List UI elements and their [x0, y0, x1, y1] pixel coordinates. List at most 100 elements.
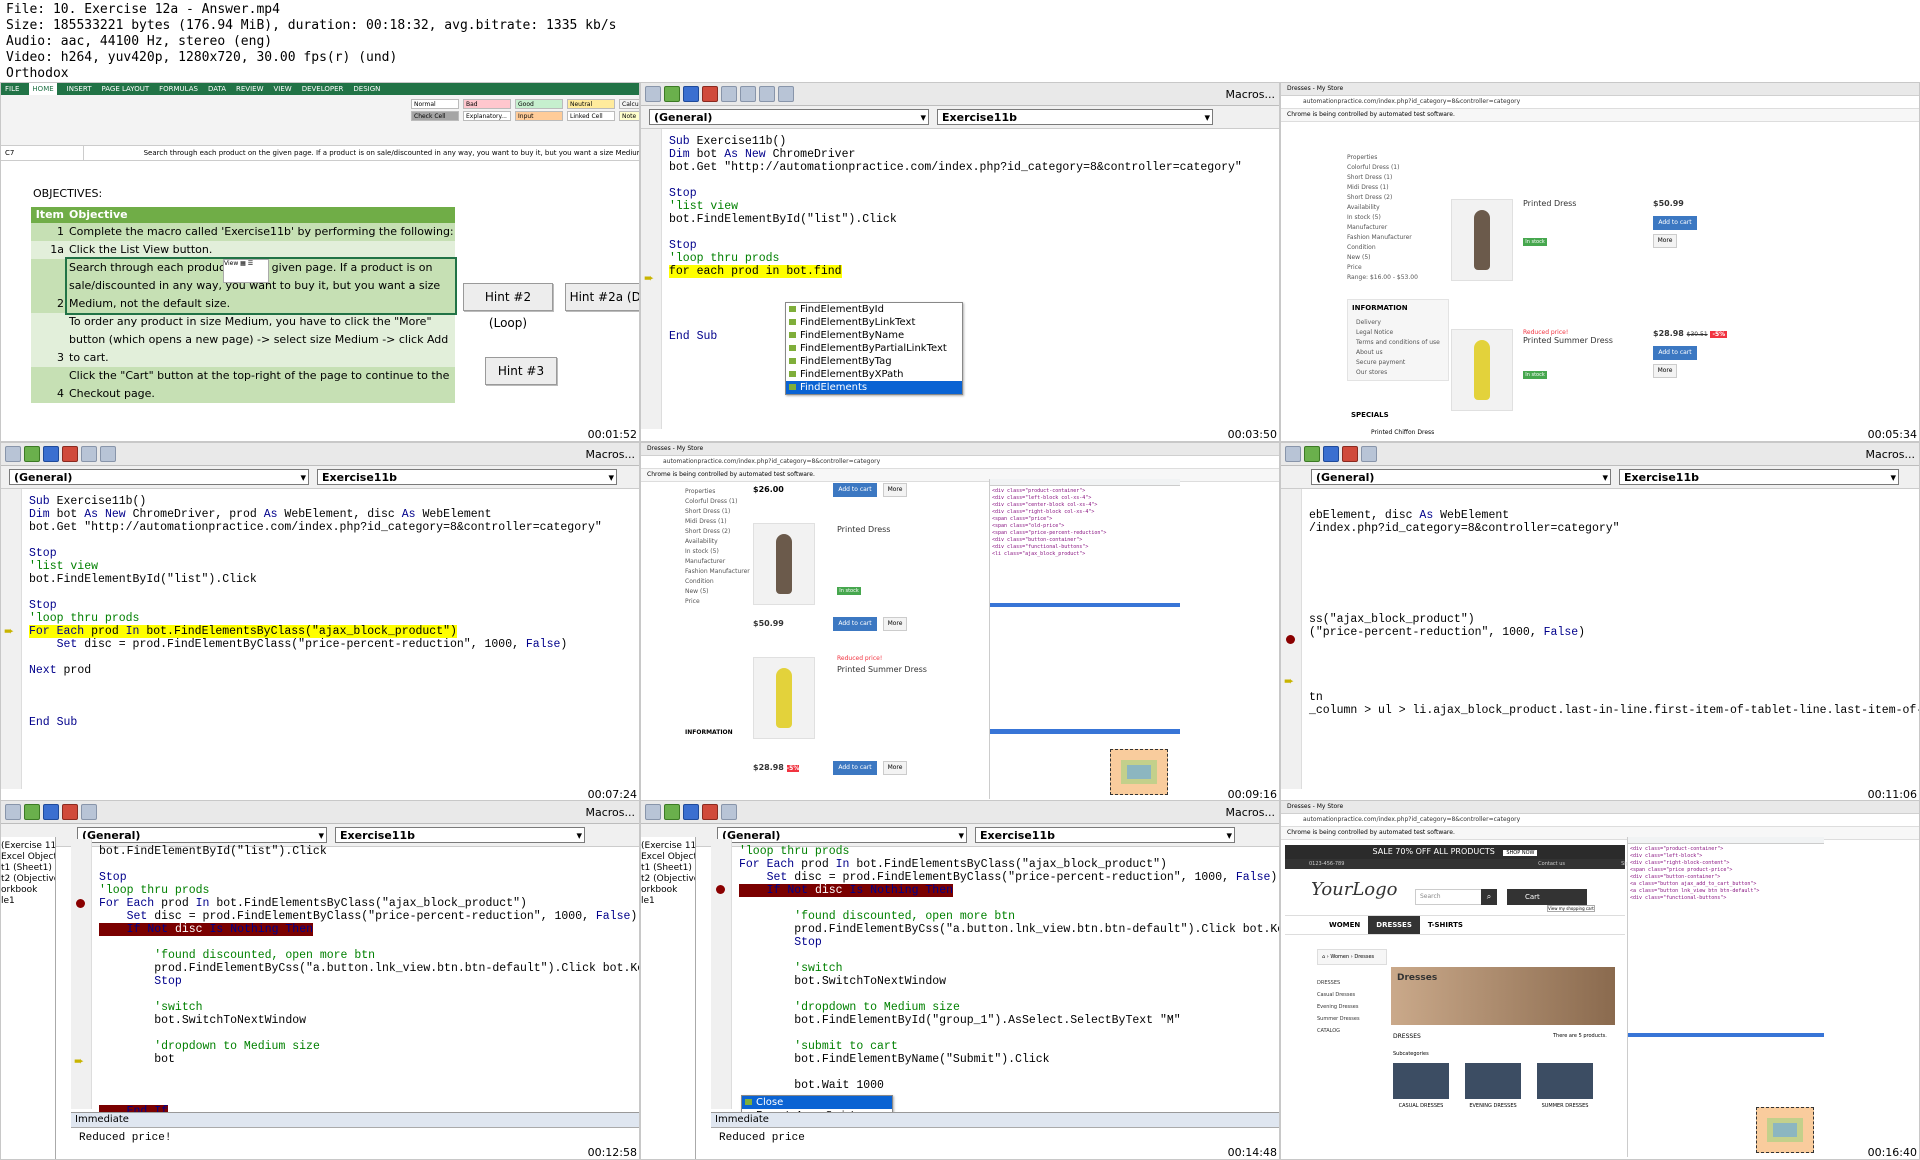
autocomplete-item[interactable]: FindElementByXPath — [786, 368, 962, 381]
code-line[interactable] — [29, 690, 639, 703]
sidebar-item[interactable]: Colorful Dress (1) — [685, 497, 765, 507]
sidebar-item[interactable]: Excel Objects — [641, 852, 695, 863]
code-line[interactable]: 'loop thru prods — [669, 252, 1279, 265]
code-line[interactable]: for each prod in bot.find — [669, 265, 1279, 278]
code-line[interactable]: /index.php?id_category=8&controller=cate… — [1309, 522, 1919, 535]
code-line[interactable]: bot.Wait 1000 — [739, 1079, 1279, 1092]
code-line[interactable] — [669, 317, 1279, 330]
sidebar-item[interactable]: (Exercise 11b - — [641, 841, 695, 852]
code-line[interactable]: bot.FindElementById("group_1").AsSelect.… — [739, 1014, 1279, 1027]
code-line[interactable] — [669, 291, 1279, 304]
code-line[interactable]: 'switch — [739, 962, 1279, 975]
excel-icon[interactable] — [1285, 446, 1301, 462]
nav-item[interactable]: WOMEN — [1321, 916, 1368, 934]
sidebar-item[interactable]: le1 — [641, 896, 695, 907]
project-explorer[interactable]: (Exercise 11b -Excel Objectst1 (Sheet1)t… — [641, 837, 696, 1159]
code-line[interactable]: Next prod — [29, 664, 639, 677]
excel-icon[interactable] — [5, 446, 21, 462]
pause-icon[interactable] — [683, 804, 699, 820]
code-window[interactable]: ➨ Sub Exercise11b() Dim bot As New Chrome… — [1, 489, 639, 789]
autocomplete-item[interactable]: FindElementByPartialLinkText — [786, 342, 962, 355]
product-image[interactable] — [753, 657, 815, 739]
autocomplete-item[interactable]: FindElements — [786, 381, 962, 394]
code-line[interactable] — [739, 1066, 1279, 1079]
cell-style[interactable]: Explanatory... — [463, 111, 511, 121]
procedure-combo[interactable]: Exercise11b — [937, 109, 1213, 126]
code-line[interactable] — [99, 988, 639, 1001]
hint-2-loop-button[interactable]: Hint #2 (Loop) — [463, 283, 553, 330]
code-line[interactable] — [669, 278, 1279, 291]
code-line[interactable] — [1309, 652, 1919, 665]
nav-item[interactable]: DRESSES — [1368, 916, 1420, 934]
more-button[interactable]: More — [883, 761, 907, 775]
code-line[interactable]: bot.FindElementById("list").Click — [29, 573, 639, 586]
ribbon-tab[interactable]: REVIEW — [236, 83, 263, 95]
code-line[interactable]: bot.FindElementById("list").Click — [669, 213, 1279, 226]
sidebar-item[interactable]: t2 (Objectives) — [641, 874, 695, 885]
address-bar[interactable]: automationpractice.com/index.php?id_cate… — [1281, 814, 1919, 827]
code-line[interactable]: bot.Get "http://automationpractice.com/i… — [669, 161, 1279, 174]
ribbon-tab[interactable]: FILE — [5, 83, 19, 95]
name-box[interactable]: C7 — [1, 146, 84, 160]
run-icon[interactable] — [24, 804, 40, 820]
code-line[interactable] — [29, 703, 639, 716]
macros-menu[interactable]: Macros... — [1225, 806, 1275, 819]
code-line[interactable]: Stop — [29, 599, 639, 612]
design-icon[interactable] — [721, 804, 737, 820]
code-line[interactable]: 'dropdown to Medium size — [99, 1040, 639, 1053]
pause-icon[interactable] — [683, 86, 699, 102]
design-icon[interactable] — [81, 804, 97, 820]
code-line[interactable] — [739, 949, 1279, 962]
object-browser-icon[interactable] — [778, 86, 794, 102]
product-name[interactable]: Printed Dress — [837, 525, 890, 534]
sidebar-item[interactable]: Short Dress (1) — [685, 507, 765, 517]
code-line[interactable]: For Each prod In bot.FindElementsByClass… — [99, 897, 639, 910]
code-line[interactable] — [739, 988, 1279, 1001]
code-line[interactable]: prod.FindElementByCss("a.button.lnk_view… — [739, 923, 1279, 936]
ribbon-tab[interactable]: DATA — [208, 83, 226, 95]
code-line[interactable] — [1309, 535, 1919, 548]
code-line[interactable]: 'found discounted, open more btn — [99, 949, 639, 962]
subcategory-item[interactable]: EVENING DRESSES — [1465, 1063, 1521, 1109]
code-line[interactable]: Stop — [739, 936, 1279, 949]
sidebar-item[interactable]: orkbook — [1, 885, 55, 896]
excel-icon[interactable] — [645, 86, 661, 102]
design-icon[interactable] — [81, 446, 97, 462]
code-line[interactable]: End Sub — [669, 330, 1279, 343]
code-line[interactable]: bot — [99, 1053, 639, 1066]
cell-style[interactable]: Input — [515, 111, 563, 121]
code-line[interactable]: 'switch — [99, 1001, 639, 1014]
search-input[interactable]: Search — [1415, 889, 1487, 905]
ribbon-tab[interactable]: VIEW — [274, 83, 292, 95]
code-line[interactable] — [1309, 678, 1919, 691]
code-line[interactable]: ("price-percent-reduction", 1000, False) — [1309, 626, 1919, 639]
project-icon[interactable] — [740, 86, 756, 102]
product-image[interactable] — [753, 523, 815, 605]
code-line[interactable] — [739, 1027, 1279, 1040]
code-line[interactable]: bot.FindElementByName("Submit").Click — [739, 1053, 1279, 1066]
code-window[interactable]: 'loop thru prods For Each prod In bot.Fin… — [711, 839, 1279, 1159]
code-line[interactable]: 'list view — [29, 560, 639, 573]
macros-menu[interactable]: Macros... — [585, 448, 635, 461]
code-line[interactable] — [669, 304, 1279, 317]
objective-cell[interactable]: Click the List View button. — [67, 241, 455, 259]
code-line[interactable] — [1309, 548, 1919, 561]
autocomplete-list[interactable]: FindElementById FindElementByLinkText Find… — [785, 302, 963, 395]
item-cell[interactable]: 1a — [31, 241, 67, 259]
objective-cell[interactable]: To order any product in size Medium, you… — [67, 313, 455, 367]
code-line[interactable]: Set disc = prod.FindElementByClass("pric… — [99, 910, 639, 923]
autocomplete-item[interactable]: FindElementByName — [786, 329, 962, 342]
code-line[interactable]: tn — [1309, 691, 1919, 704]
objective-cell[interactable]: Click the "Cart" button at the top-right… — [67, 367, 455, 403]
code-line[interactable] — [669, 226, 1279, 239]
run-icon[interactable] — [664, 804, 680, 820]
objective-cell[interactable]: Complete the macro called 'Exercise11b' … — [67, 223, 455, 241]
code-line[interactable] — [99, 1079, 639, 1092]
nav-item[interactable]: T-SHIRTS — [1420, 916, 1471, 934]
procedure-combo[interactable]: Exercise11b — [317, 469, 617, 486]
object-combo[interactable]: (General) — [9, 469, 309, 486]
macros-menu[interactable]: Macros... — [1225, 88, 1275, 101]
code-line[interactable]: bot.Get "http://automationpractice.com/i… — [29, 521, 639, 534]
cell-style[interactable]: Calculation — [619, 99, 639, 109]
code-line[interactable]: 'loop thru prods — [739, 845, 1279, 858]
